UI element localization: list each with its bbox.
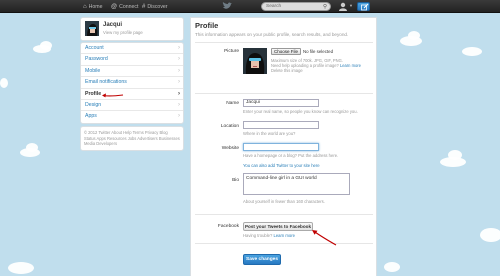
divider — [195, 93, 373, 94]
profile-picture — [243, 48, 267, 74]
compose-icon — [361, 3, 369, 11]
avatar[interactable] — [85, 21, 99, 36]
cloud-decoration — [408, 31, 420, 40]
cloud-decoration — [0, 78, 8, 88]
chevron-right-icon: › — [178, 101, 180, 108]
location-hint: Where in the world are you? — [243, 131, 296, 136]
cloud-decoration — [40, 41, 52, 50]
page-title: Profile — [195, 21, 219, 30]
cloud-decoration — [8, 262, 34, 274]
user-menu-icon[interactable] — [338, 2, 348, 11]
post-to-facebook-button[interactable]: Post your Tweets to Facebook — [243, 222, 313, 231]
bio-textarea[interactable]: Command-line girl in a GUI world — [243, 173, 350, 195]
chevron-right-icon: › — [178, 67, 180, 74]
location-label: Location — [220, 124, 239, 129]
picture-learn-more-link[interactable]: Learn more — [340, 63, 361, 68]
twitter-bird-icon — [222, 2, 232, 9]
nav-connect-label: Connect — [119, 3, 139, 10]
user-name: Jacqui — [103, 22, 123, 28]
chevron-right-icon: › — [178, 45, 180, 51]
facebook-help: Having trouble? Learn more — [243, 233, 295, 238]
facebook-learn-more-link[interactable]: Learn more — [274, 233, 295, 238]
footer-links[interactable]: © 2012 Twitter About Help Terms Privacy … — [80, 126, 184, 151]
footer-text[interactable]: © 2012 Twitter About Help Terms Privacy … — [84, 130, 180, 146]
nav-home-label: Home — [88, 3, 103, 10]
cloud-decoration — [448, 150, 462, 160]
chevron-right-icon: › — [178, 113, 180, 120]
sidebar-item-label: Mobile — [85, 67, 101, 74]
sidebar-item-label: Apps — [85, 113, 97, 120]
bio-label: Bio — [232, 178, 239, 183]
add-twitter-link[interactable]: You can also add Twitter to your site he… — [243, 163, 320, 168]
sidebar-item-label: Email notifications — [85, 79, 127, 86]
sidebar-item-mobile[interactable]: Mobile › — [81, 66, 183, 78]
cloud-decoration — [480, 228, 500, 242]
nav-discover-label: Discover — [147, 3, 168, 10]
facebook-help-text: Having trouble? — [243, 233, 273, 238]
website-label: Website — [221, 146, 239, 151]
settings-menu: Account › Password › Mobile › Email noti… — [80, 42, 184, 124]
location-field[interactable] — [243, 121, 319, 129]
chevron-right-icon: › — [178, 79, 180, 86]
sidebar-item-apps[interactable]: Apps › — [81, 111, 183, 122]
choose-file-button[interactable]: Choose File — [271, 48, 301, 55]
user-card[interactable]: Jacqui View my profile page — [80, 17, 184, 41]
at-icon: @ — [111, 3, 118, 10]
search-input[interactable]: Search ⚲ — [261, 2, 331, 11]
nav-home[interactable]: ⌂ Home — [83, 1, 102, 12]
sidebar-item-profile[interactable]: Profile › — [81, 88, 183, 100]
chevron-right-icon: › — [178, 90, 180, 97]
website-field[interactable] — [243, 143, 319, 151]
sidebar-item-email-notifications[interactable]: Email notifications › — [81, 77, 183, 89]
annotation-arrow-profile — [102, 93, 124, 98]
picture-label: Picture — [224, 49, 239, 54]
hashtag-icon: # — [142, 3, 146, 10]
divider — [195, 42, 373, 43]
home-icon: ⌂ — [83, 3, 87, 10]
save-changes-button[interactable]: Save changes — [243, 254, 281, 265]
divider — [195, 243, 373, 244]
facebook-label: Facebook — [217, 224, 239, 229]
bio-hint: About yourself in fewer than 160 charact… — [243, 199, 325, 204]
nav-connect[interactable]: @ Connect — [111, 1, 138, 12]
name-hint: Enter your real name, so people you know… — [243, 109, 358, 114]
cloud-decoration — [384, 262, 400, 272]
chevron-right-icon: › — [178, 56, 180, 63]
search-placeholder: Search — [266, 4, 282, 9]
delete-image-link[interactable]: Delete this image — [271, 68, 303, 73]
page-subtitle: This information appears on your public … — [195, 32, 349, 37]
profile-panel: Profile This information appears on your… — [190, 17, 377, 276]
sidebar-item-account[interactable]: Account › — [81, 43, 183, 55]
compose-tweet-button[interactable] — [357, 2, 370, 11]
cloud-decoration — [462, 47, 482, 56]
top-navigation-bar: ⌂ Home @ Connect # Discover Search ⚲ ▼ — [0, 0, 500, 13]
website-hint: Have a homepage or a blog? Put the addre… — [243, 153, 339, 158]
sidebar-item-label: Design — [85, 101, 102, 108]
sidebar-item-label: Profile — [85, 90, 102, 97]
search-icon[interactable]: ⚲ — [323, 3, 327, 11]
annotation-arrow-facebook — [312, 230, 337, 246]
sidebar-item-label: Password — [85, 56, 108, 63]
sidebar-item-password[interactable]: Password › — [81, 54, 183, 66]
chevron-down-icon[interactable]: ▼ — [349, 3, 353, 8]
no-file-selected-text: No file selected — [303, 49, 334, 54]
divider — [195, 214, 373, 215]
sidebar-item-label: Account — [85, 45, 104, 51]
name-field[interactable]: Jacqui — [243, 99, 319, 107]
sidebar-item-design[interactable]: Design › — [81, 100, 183, 112]
name-label: Name — [226, 101, 239, 106]
cloud-decoration — [26, 143, 38, 152]
view-profile-link[interactable]: View my profile page — [103, 30, 143, 35]
nav-discover[interactable]: # Discover — [142, 1, 168, 12]
